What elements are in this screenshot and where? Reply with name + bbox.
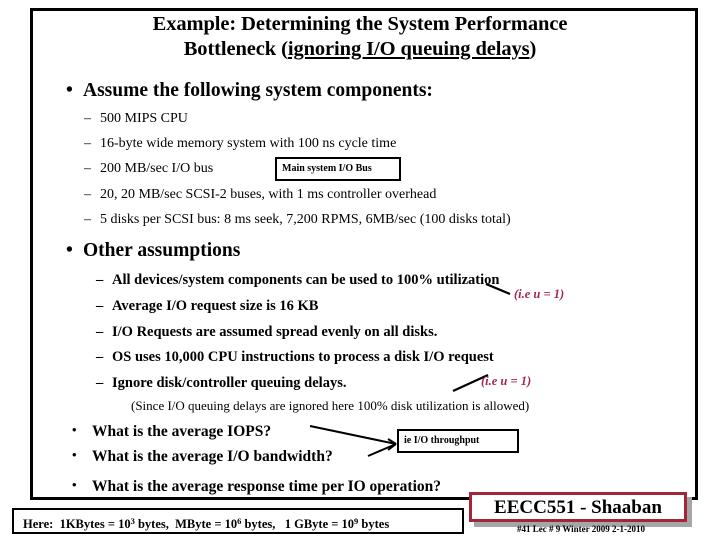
list-item-label: 20, 20 MB/sec SCSI-2 buses, with 1 ms co… bbox=[100, 187, 437, 202]
course-brand-label: EECC551 - Shaaban bbox=[494, 497, 662, 518]
leader-line-annotation-1 bbox=[485, 283, 511, 296]
list-item-label: I/O Requests are assumed spread evenly o… bbox=[112, 324, 438, 340]
dash-glyph-icon: – bbox=[96, 272, 104, 288]
bullet-glyph-icon: • bbox=[72, 422, 77, 437]
dash-glyph-icon: – bbox=[84, 136, 91, 151]
footnote-label: Here: bbox=[23, 517, 54, 531]
bullet-glyph-icon: • bbox=[72, 447, 77, 462]
list-item: – All devices/system components can be us… bbox=[96, 272, 499, 289]
footnote-mb-suffix: bytes, bbox=[241, 517, 276, 531]
title-prefix: Bottleneck ( bbox=[183, 38, 288, 60]
list-item: –5 disks per SCSI bus: 8 ms seek, 7,200 … bbox=[84, 211, 511, 228]
dash-glyph-icon: – bbox=[96, 375, 104, 391]
footnote-kb-suffix: bytes, bbox=[134, 517, 169, 531]
slide-meta-footer: #41 Lec # 9 Winter 2009 2-1-2010 bbox=[517, 524, 645, 534]
annotation-utilization-2: (i.e u = 1) bbox=[481, 374, 532, 388]
title-line-2: Bottleneck (ignoring I/O queuing delays) bbox=[40, 37, 680, 62]
list-item-label: 5 disks per SCSI bus: 8 ms seek, 7,200 R… bbox=[100, 212, 511, 227]
parenthetical-note: (Since I/O queuing delays are ignored he… bbox=[131, 398, 530, 413]
list-item-label: Ignore disk/controller queuing delays. bbox=[112, 375, 347, 391]
dash-glyph-icon: – bbox=[84, 212, 91, 227]
question-item: • What is the average IOPS? bbox=[72, 421, 271, 441]
bullet-glyph-icon: • bbox=[66, 240, 73, 261]
callout-main-system-io-bus-label: Main system I/O Bus bbox=[282, 163, 372, 174]
title-line-1: Example: Determining the System Performa… bbox=[152, 13, 568, 35]
list-item: –500 MIPS CPU bbox=[84, 110, 188, 127]
footnote-mb-prefix: MByte = 10 bbox=[175, 517, 238, 531]
question-item: • What is the average I/O bandwidth? bbox=[72, 446, 333, 466]
footnote-gb-suffix: bytes bbox=[358, 517, 390, 531]
dash-glyph-icon: – bbox=[96, 298, 104, 314]
title-suffix: ) bbox=[529, 38, 537, 60]
callout-io-throughput: ie I/O throughput bbox=[397, 429, 519, 453]
callout-io-throughput-label: ie I/O throughput bbox=[404, 435, 480, 446]
section2-heading: • Other assumptions bbox=[66, 240, 240, 262]
list-item-label: Average I/O request size is 16 KB bbox=[112, 298, 319, 314]
section1-heading-text: Assume the following system components: bbox=[83, 80, 433, 101]
section1-heading: • Assume the following system components: bbox=[66, 80, 433, 102]
annotation-utilization-1: (i.e u = 1) bbox=[514, 287, 565, 301]
section2-heading-text: Other assumptions bbox=[83, 240, 241, 261]
question-label: What is the average I/O bandwidth? bbox=[92, 448, 333, 465]
list-item: –20, 20 MB/sec SCSI-2 buses, with 1 ms c… bbox=[84, 186, 436, 203]
dash-glyph-icon: – bbox=[84, 161, 91, 176]
leader-lines-io-throughput bbox=[309, 425, 397, 457]
dash-glyph-icon: – bbox=[84, 187, 91, 202]
dash-glyph-icon: – bbox=[84, 111, 91, 126]
page-title: Example: Determining the System Performa… bbox=[40, 12, 680, 62]
bullet-glyph-icon: • bbox=[66, 80, 73, 101]
list-item-label: 16-byte wide memory system with 100 ns c… bbox=[100, 136, 397, 151]
list-item: –200 MB/sec I/O bus bbox=[84, 160, 213, 177]
footnote-gb-prefix: 1 GByte = 10 bbox=[284, 517, 355, 531]
callout-main-system-io-bus: Main system I/O Bus bbox=[275, 157, 401, 181]
footnote-kb-prefix: 1KBytes = 10 bbox=[59, 517, 131, 531]
list-item-label: 500 MIPS CPU bbox=[100, 111, 188, 126]
footnote-gb: 1 GByte = 109 bytes bbox=[284, 516, 390, 531]
footnote-units-box: Here: 1KBytes = 103 bytes, MByte = 106 b… bbox=[12, 508, 464, 534]
question-item: • What is the average response time per I… bbox=[72, 476, 441, 496]
dash-glyph-icon: – bbox=[96, 324, 104, 340]
footnote-kb: 1KBytes = 103 bytes, bbox=[59, 516, 169, 531]
title-underlined-phrase: ignoring I/O queuing delays bbox=[287, 38, 530, 60]
list-item: –16-byte wide memory system with 100 ns … bbox=[84, 135, 396, 152]
question-label: What is the average IOPS? bbox=[92, 423, 272, 440]
footnote-mb: MByte = 106 bytes, bbox=[175, 516, 276, 531]
bullet-glyph-icon: • bbox=[72, 477, 77, 492]
list-item: – Ignore disk/controller queuing delays. bbox=[96, 375, 346, 392]
list-item: – I/O Requests are assumed spread evenly … bbox=[96, 324, 437, 341]
list-item-label: 200 MB/sec I/O bus bbox=[100, 161, 214, 176]
list-item-label: OS uses 10,000 CPU instructions to proce… bbox=[112, 349, 494, 365]
course-brand-box: EECC551 - Shaaban bbox=[469, 492, 687, 522]
list-item: – Average I/O request size is 16 KB bbox=[96, 298, 318, 315]
question-label: What is the average response time per IO… bbox=[92, 478, 441, 495]
list-item-label: All devices/system components can be use… bbox=[112, 272, 500, 288]
list-item: – OS uses 10,000 CPU instructions to proc… bbox=[96, 349, 494, 366]
dash-glyph-icon: – bbox=[96, 349, 104, 365]
